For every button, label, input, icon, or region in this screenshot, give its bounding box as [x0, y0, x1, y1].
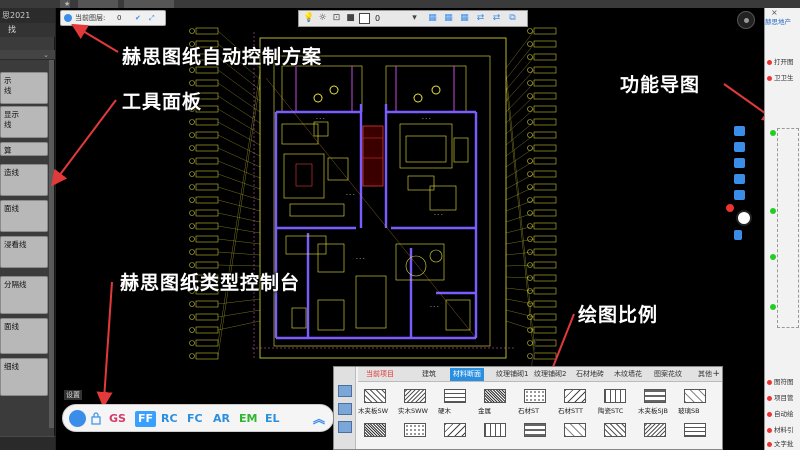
type-control-console: GS FF RC FC AR EM EL ︽	[62, 404, 334, 432]
material-tab[interactable]: 材料断面	[450, 368, 484, 381]
material-swatch-label: 石材ST	[518, 407, 540, 415]
material-panel: 当前项目 建筑 材料断面 纹理铺砌1 纹理铺砌2 石材地砖 木纹墙花 图案花纹 其他 + 木夹板…	[333, 366, 723, 450]
app-window: ★ 思2021 找 ⌄ 示 线显示 线算造线面线浸看线分隔线面线细线	[0, 0, 800, 450]
status-dot	[767, 395, 772, 401]
function-map-item[interactable]: 卫卫生	[767, 74, 794, 82]
material-tab[interactable]: 纹理铺砌2	[534, 368, 566, 381]
material-tabs: 当前项目 建筑 材料断面 纹理铺砌1 纹理铺砌2 石材地砖 木纹墙花 图案花纹 其他	[358, 367, 722, 382]
function-map-panel: × 赫思地产 打开图卫卫生图符图项目管自动绘材料引文字批	[764, 8, 800, 450]
map-thumbnail[interactable]	[777, 128, 799, 328]
material-swatch[interactable]	[404, 423, 426, 437]
function-map-item-label: 材料引	[774, 426, 794, 434]
material-tab[interactable]: 当前项目	[366, 368, 394, 381]
material-swatch-label: 木夹板SW	[358, 407, 389, 415]
material-swatch[interactable]	[444, 389, 466, 403]
material-swatch[interactable]	[644, 423, 666, 437]
add-tab-icon[interactable]: +	[712, 369, 720, 380]
material-tab[interactable]: 石材地砖	[576, 368, 604, 381]
status-dot	[767, 59, 772, 65]
material-swatch[interactable]	[484, 389, 506, 403]
console-settings-label[interactable]: 设置	[64, 390, 82, 400]
material-swatch-label: 木夹板SJB	[638, 407, 669, 415]
function-map-item-label: 自动绘	[774, 410, 794, 418]
material-swatch[interactable]	[604, 389, 626, 403]
console-item-ar[interactable]: AR	[213, 411, 230, 427]
function-map-header: 赫思地产	[765, 18, 791, 26]
material-swatch[interactable]	[644, 389, 666, 403]
chevron-up-icon[interactable]: ︽	[313, 411, 325, 427]
tool-square-icon-3[interactable]	[338, 421, 352, 433]
status-dot	[770, 254, 776, 260]
function-map-item[interactable]: 图符图	[767, 378, 794, 386]
material-swatch[interactable]	[364, 389, 386, 403]
status-dot	[767, 411, 772, 417]
material-swatch[interactable]	[564, 423, 586, 437]
function-map-item[interactable]: 项目管	[767, 394, 794, 402]
close-icon[interactable]: ×	[771, 8, 778, 17]
gear-icon[interactable]	[69, 410, 86, 427]
console-item-fc[interactable]: FC	[187, 411, 203, 427]
material-swatch[interactable]	[364, 423, 386, 437]
material-swatch[interactable]	[444, 423, 466, 437]
material-swatch[interactable]	[524, 423, 546, 437]
console-item-rc[interactable]: RC	[161, 411, 178, 427]
console-item-el[interactable]: EL	[265, 411, 280, 427]
tool-square-icon[interactable]	[338, 385, 352, 397]
function-map-item[interactable]: 材料引	[767, 426, 794, 434]
material-swatch-label: 陶瓷STC	[598, 407, 624, 415]
console-item-em[interactable]: EM	[239, 411, 257, 427]
status-dot	[770, 208, 776, 214]
material-swatch[interactable]	[564, 389, 586, 403]
function-map-item-label: 项目管	[774, 394, 794, 402]
material-swatch[interactable]	[684, 423, 706, 437]
function-map-item-label: 文字批	[774, 440, 794, 448]
status-dot	[770, 304, 776, 310]
material-swatch-label: 实木SWW	[398, 407, 428, 415]
material-tab[interactable]: 木纹墙花	[614, 368, 642, 381]
lock-icon[interactable]	[91, 412, 101, 425]
material-swatch[interactable]	[524, 389, 546, 403]
function-map-item-label: 卫卫生	[774, 74, 794, 82]
material-swatch-label: 玻璃SB	[678, 407, 700, 415]
material-tab[interactable]: 图案花纹	[654, 368, 682, 381]
material-tab[interactable]: 建筑	[422, 368, 436, 381]
material-swatch-label: 硬木	[438, 407, 451, 415]
status-dot	[770, 130, 776, 136]
material-tab[interactable]: 其他	[698, 368, 712, 381]
status-dot	[767, 379, 772, 385]
material-tab[interactable]: 纹理铺砌1	[496, 368, 528, 381]
status-dot	[767, 427, 772, 433]
status-dot	[767, 441, 772, 447]
material-swatch-label: 石材STT	[558, 407, 583, 415]
material-side-tools	[334, 367, 356, 449]
material-swatch[interactable]	[604, 423, 626, 437]
function-map-item[interactable]: 文字批	[767, 440, 794, 448]
material-swatch[interactable]	[404, 389, 426, 403]
console-item-ff[interactable]: FF	[135, 411, 157, 427]
function-map-item[interactable]: 打开图	[767, 58, 794, 66]
function-map-item-label: 打开图	[774, 58, 794, 66]
function-map-item[interactable]: 自动绘	[767, 410, 794, 418]
material-swatch[interactable]	[484, 423, 506, 437]
function-map-item-label: 图符图	[774, 378, 794, 386]
tool-square-icon-2[interactable]	[338, 403, 352, 415]
status-dot	[767, 75, 772, 81]
material-swatch[interactable]	[684, 389, 706, 403]
material-swatch-label: 金属	[478, 407, 491, 415]
console-item-gs[interactable]: GS	[109, 411, 126, 427]
